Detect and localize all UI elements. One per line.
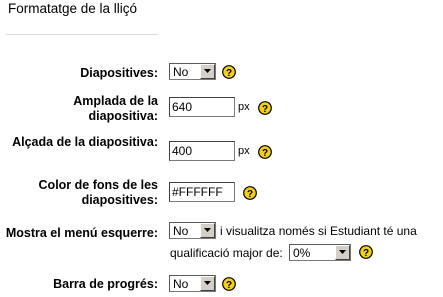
slides-label: Diapositives: (80, 66, 158, 80)
slide-width-label: Amplada de la diapositiva: (73, 94, 158, 123)
slide-width-unit: px (238, 101, 250, 113)
help-icon[interactable]: ? (359, 245, 373, 259)
progress-bar-label: Barra de progrés: (53, 277, 158, 291)
bg-color-label: Color de fons de les diapositives: (38, 178, 158, 207)
help-icon[interactable]: ? (258, 145, 272, 159)
chevron-down-icon[interactable] (200, 276, 215, 291)
section-divider (6, 34, 158, 35)
bg-color-input[interactable]: #FFFFFF (169, 182, 235, 202)
grade-threshold-select[interactable]: 0% (289, 244, 351, 261)
chevron-down-icon[interactable] (200, 64, 215, 79)
slides-select-value: No (173, 65, 189, 79)
help-icon[interactable]: ? (243, 186, 257, 200)
grade-threshold-value: 0% (293, 246, 311, 260)
slide-height-input[interactable]: 400 (169, 141, 235, 161)
svg-text:?: ? (247, 189, 253, 200)
svg-text:?: ? (262, 104, 268, 115)
left-menu-label: Mostra el menú esquerre: (5, 226, 158, 240)
slides-select[interactable]: No (169, 63, 216, 80)
help-icon[interactable]: ? (258, 101, 272, 115)
help-icon[interactable]: ? (222, 65, 236, 79)
svg-text:?: ? (226, 68, 232, 79)
slide-width-value: 640 (172, 100, 193, 114)
section-title: Formatatge de la lliçó (8, 1, 138, 16)
chevron-down-icon[interactable] (200, 223, 215, 238)
chevron-down-icon[interactable] (335, 245, 350, 260)
slide-height-value: 400 (172, 144, 193, 158)
help-icon[interactable]: ? (222, 277, 236, 291)
svg-text:?: ? (226, 280, 232, 291)
left-menu-select-value: No (173, 224, 189, 238)
progress-bar-select-value: No (173, 277, 189, 291)
left-menu-select[interactable]: No (169, 222, 216, 239)
progress-bar-select[interactable]: No (169, 275, 216, 292)
slide-height-unit: px (238, 145, 250, 157)
svg-text:?: ? (363, 248, 369, 259)
slide-width-input[interactable]: 640 (169, 97, 235, 117)
slide-height-label: Alçada de la diapositiva: (12, 135, 158, 149)
svg-text:?: ? (262, 148, 268, 159)
bg-color-value: #FFFFFF (172, 185, 223, 199)
left-menu-grade-text: qualificació major de: (170, 246, 283, 260)
left-menu-condition-text: i visualitza només si Estudiant té una (220, 224, 417, 238)
